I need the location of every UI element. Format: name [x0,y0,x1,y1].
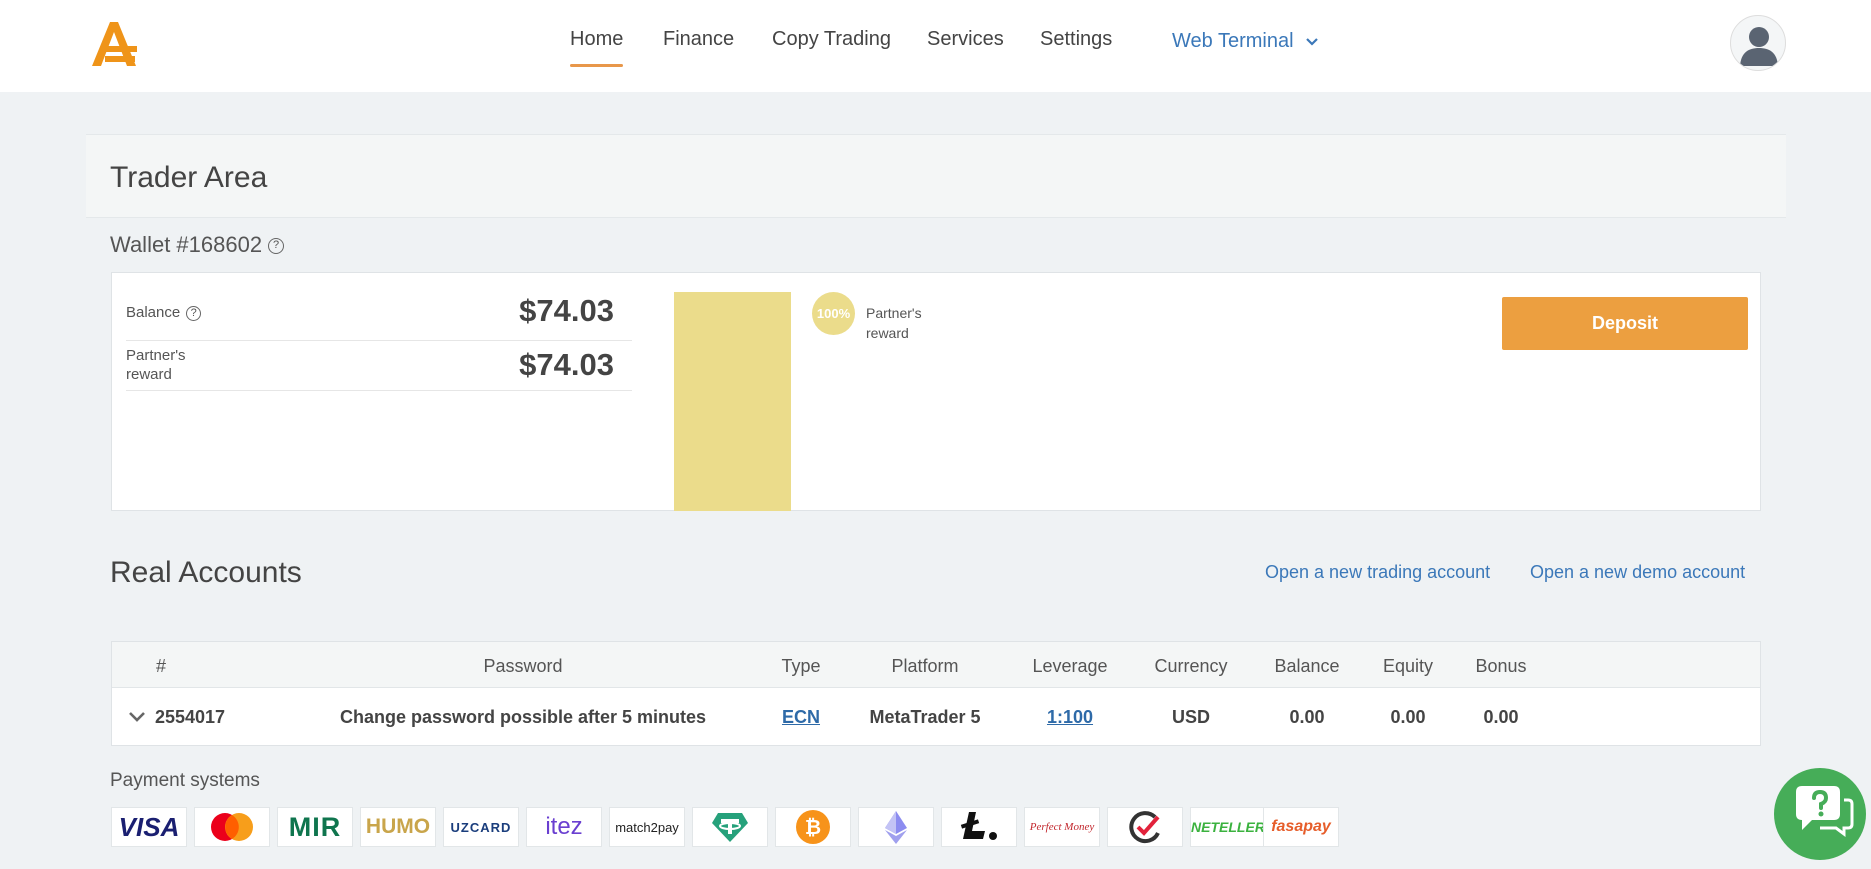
visa-wordmark: VISA [118,811,180,842]
wallet-title: Wallet #168602? [110,232,285,258]
partner-reward-legend: Partner's reward [866,305,922,341]
col-bonus: Bonus [1475,656,1527,676]
nav-home[interactable]: Home [570,28,624,67]
visa-logo[interactable]: VISA [111,807,187,847]
partner-reward-label: Partner's reward [126,347,186,383]
humo-wordmark: HUMO [365,815,431,838]
balance-label: Balance? [126,303,202,322]
humo-logo[interactable]: HUMO [360,807,436,847]
balance-value: $74.03 [519,293,614,328]
itez-wordmark: itez [545,813,583,840]
mir-wordmark: MIR [288,811,342,842]
litecoin-logo[interactable] [941,807,1017,847]
tether-icon [712,813,748,842]
partner-reward-bar [674,292,791,511]
ethereum-icon [885,811,907,844]
account-currency: USD [1171,707,1211,727]
neteller-logo[interactable]: NETELLER [1190,807,1266,847]
perfect-money-wordmark: Perfect Money [1029,821,1095,833]
nav-finance[interactable]: Finance [663,28,734,51]
account-equity: 0.00 [1390,707,1426,727]
fasapay-wordmark: fasapay [1271,818,1331,835]
col-platform: Platform [891,656,959,676]
brand-logo[interactable] [88,18,140,70]
mastercard-logo[interactable] [194,807,270,847]
nav-services[interactable]: Services [927,28,1004,51]
partner-reward-value: $74.03 [519,347,614,382]
payment-systems-title: Payment systems [110,770,260,791]
real-accounts-title: Real Accounts [110,556,302,589]
uzcard-wordmark: UZCARD [450,819,512,835]
neteller-wordmark: NETELLER [1191,819,1265,835]
col-balance: Balance [1274,656,1340,676]
page-title: Trader Area [110,161,268,194]
bitcoin-icon: ₿ [796,810,830,844]
table-header: # Password Type Platform Leverage Curren… [112,642,1760,688]
uzcard-logo[interactable]: UZCARD [443,807,519,847]
nav-copy-trading[interactable]: Copy Trading [772,28,891,51]
mir-logo[interactable]: MIR [277,807,353,847]
account-leverage-link[interactable]: 1:100 [1047,707,1093,728]
balance-help-icon[interactable]: ? [186,305,202,321]
accounts-table: # Password Type Platform Leverage Curren… [111,641,1761,746]
ethereum-logo[interactable] [858,807,934,847]
help-icon[interactable]: ? [268,238,285,255]
logo-icon [92,22,137,66]
web-terminal-label: Web Terminal [1172,30,1294,52]
match2pay-wordmark: match2pay [615,819,679,835]
check-payment-logo[interactable] [1107,807,1183,847]
itez-logo[interactable]: itez [526,807,602,847]
col-number: # [155,656,167,676]
user-icon [1740,27,1778,66]
web-terminal-dropdown[interactable]: Web Terminal [1172,30,1319,53]
partner-reward-percent-badge: 100% [812,292,855,335]
mastercard-icon [211,813,253,841]
balance-row: Balance? $74.03 [126,281,632,341]
svg-text:₿: ₿ [805,817,821,839]
chevron-down-icon [1306,37,1318,46]
open-demo-account-link[interactable]: Open a new demo account [1530,562,1745,583]
help-chat-button[interactable] [1774,768,1866,860]
perfect-money-logo[interactable]: Perfect Money [1024,807,1100,847]
deposit-button[interactable]: Deposit [1502,297,1748,350]
wallet-card: Balance? $74.03 Partner's reward $74.03 … [111,272,1761,511]
account-type-link[interactable]: ECN [782,707,820,728]
fasapay-logo[interactable]: fasapay [1263,807,1339,847]
top-header: Home Finance Copy Trading Services Setti… [0,0,1871,92]
account-bonus: 0.00 [1483,707,1519,727]
col-password: Password [483,656,563,676]
account-number: 2554017 [154,707,226,727]
wallet-title-text: Wallet #168602 [110,232,263,257]
tether-logo[interactable] [692,807,768,847]
col-equity: Equity [1382,656,1434,676]
bitcoin-logo[interactable]: ₿ [775,807,851,847]
expand-row-chevron-icon[interactable] [128,710,146,724]
litecoin-icon [960,812,997,840]
checkmark-icon [1129,811,1160,844]
col-currency: Currency [1154,656,1228,676]
col-leverage: Leverage [1032,656,1108,676]
open-trading-account-link[interactable]: Open a new trading account [1265,562,1490,583]
account-password-note: Change password possible after 5 minutes [339,707,707,727]
partner-reward-row: Partner's reward $74.03 [126,341,632,391]
match2pay-logo[interactable]: match2pay [609,807,685,847]
col-type: Type [781,656,821,676]
chat-question-icon [1796,786,1854,837]
trader-area-header: Trader Area [86,134,1786,218]
nav-settings[interactable]: Settings [1040,28,1112,51]
account-balance: 0.00 [1289,707,1325,727]
user-avatar[interactable] [1730,15,1786,71]
account-platform: MetaTrader 5 [869,707,981,727]
